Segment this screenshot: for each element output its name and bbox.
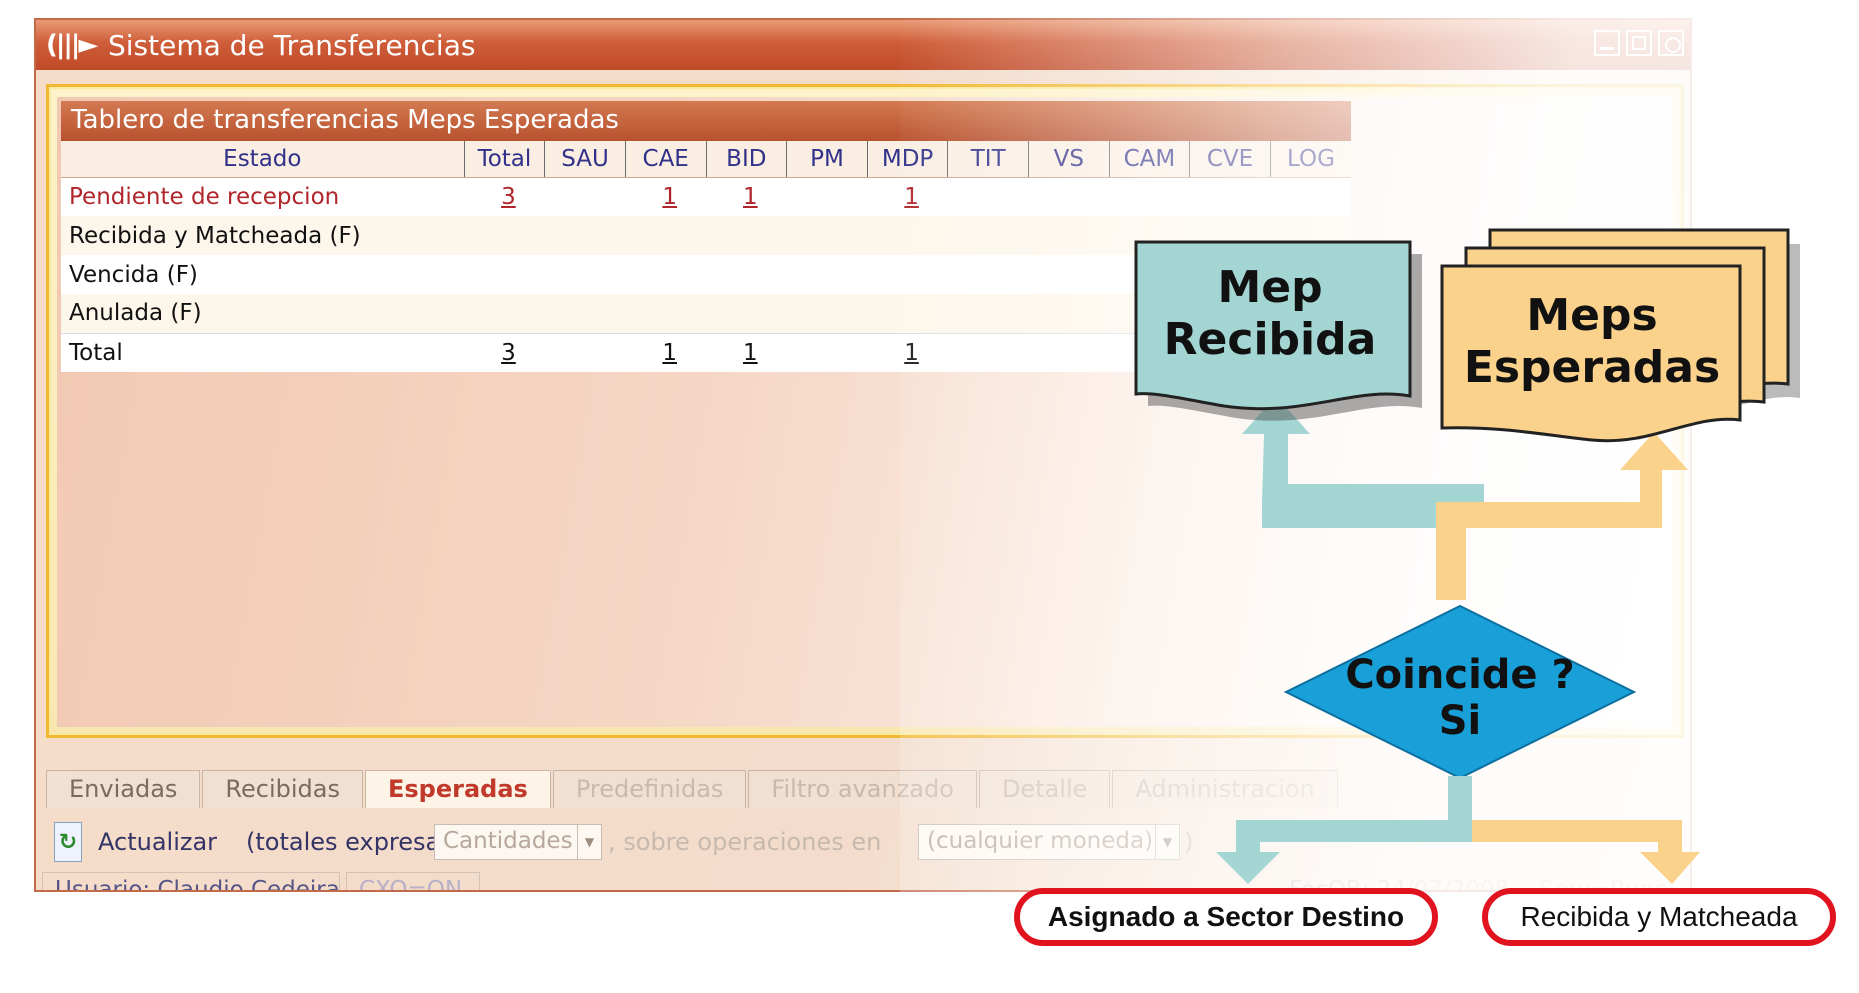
decision-line2: Si — [1439, 698, 1482, 744]
outcome-recibida-matcheada: Recibida y Matcheada — [1482, 888, 1836, 946]
teal-connector-down — [1216, 776, 1472, 884]
mep-recibida-line2: Recibida — [1164, 314, 1377, 365]
teal-connector-stem — [1262, 502, 1460, 528]
meps-esperadas-line2: Esperadas — [1464, 342, 1720, 393]
sand-connector-up — [1436, 432, 1688, 600]
flow-diagram: Coincide ? Si Mep Recibida Meps Esperada… — [1134, 228, 1800, 884]
sand-connector-down — [1448, 776, 1700, 884]
decision-line1: Coincide ? — [1345, 652, 1574, 698]
outcome-asignado: Asignado a Sector Destino — [1014, 888, 1438, 946]
meps-esperadas-line1: Meps — [1526, 290, 1657, 341]
mep-recibida-line1: Mep — [1217, 262, 1322, 313]
